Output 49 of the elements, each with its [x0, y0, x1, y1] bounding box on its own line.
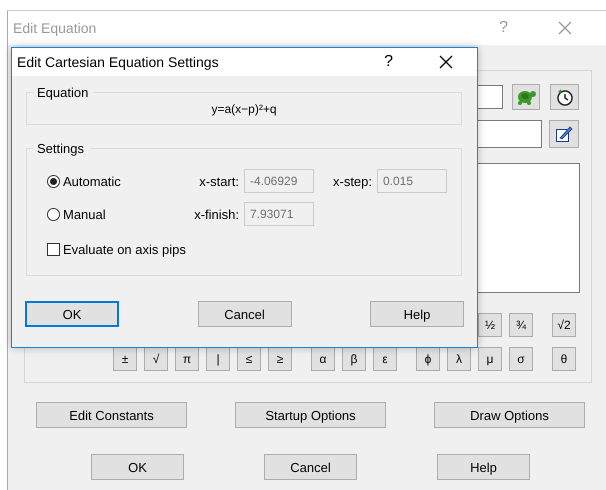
field-label: x-step:: [332, 174, 373, 188]
symbol-button[interactable]: π: [175, 347, 199, 371]
symbol-button[interactable]: ½: [478, 313, 502, 337]
radio-circle[interactable]: [47, 174, 60, 188]
symbol-button[interactable]: β: [342, 347, 366, 371]
dialog-button[interactable]: Cancel: [198, 301, 292, 327]
dialog-button[interactable]: OK: [25, 301, 119, 327]
option-button[interactable]: Startup Options: [235, 402, 386, 428]
edit-icon: [555, 125, 573, 143]
close-icon: [439, 55, 453, 69]
close-icon: [558, 21, 572, 35]
field-label: x-start:: [198, 174, 240, 188]
history-button[interactable]: [550, 84, 579, 110]
group-label: Settings: [36, 141, 85, 156]
symbol-button[interactable]: ±: [113, 347, 137, 371]
group-label: Equation: [36, 85, 90, 100]
radio-option[interactable]: Manual: [47, 206, 181, 222]
radio-circle[interactable]: [47, 208, 60, 220]
dialog-button[interactable]: Help: [370, 301, 464, 327]
option-button[interactable]: Draw Options: [434, 402, 585, 428]
symbol-button[interactable]: ϕ: [416, 347, 440, 371]
checkbox-option[interactable]: Evaluate on axis pips: [47, 242, 461, 257]
dialog-button[interactable]: OK: [91, 454, 184, 480]
symbol-button[interactable]: λ: [447, 347, 471, 371]
dialog-button[interactable]: Help: [437, 454, 530, 480]
symbol-button[interactable]: α: [311, 347, 335, 371]
symbol-button[interactable]: μ: [478, 347, 502, 371]
dialog-button[interactable]: Cancel: [264, 454, 357, 480]
symbol-button[interactable]: ε: [373, 347, 397, 371]
equation-text: y=a(x−p)²+q: [210, 101, 278, 118]
turtle-button[interactable]: [512, 84, 540, 110]
radio-option[interactable]: Automatic: [47, 174, 181, 188]
symbol-button[interactable]: θ: [552, 347, 576, 371]
symbol-button[interactable]: ¾: [509, 313, 533, 337]
clock-icon: [554, 87, 574, 107]
symbol-button[interactable]: σ: [509, 347, 533, 371]
field-label: x-finish:: [193, 206, 240, 222]
symbol-button[interactable]: ≥: [268, 347, 292, 371]
checkbox[interactable]: [47, 243, 60, 256]
symbol-button[interactable]: |: [206, 347, 230, 371]
window-title: Edit Equation: [13, 20, 98, 36]
symbol-button[interactable]: ≤: [237, 347, 261, 371]
option-button[interactable]: Edit Constants: [36, 402, 187, 428]
symbol-button[interactable]: √2: [552, 313, 576, 337]
edit-button[interactable]: [549, 120, 579, 148]
help-button[interactable]: ?: [380, 53, 397, 71]
symbol-button[interactable]: √: [144, 347, 168, 371]
turtle-icon: [515, 88, 537, 106]
dialog-title: Edit Cartesian Equation Settings: [17, 54, 220, 70]
